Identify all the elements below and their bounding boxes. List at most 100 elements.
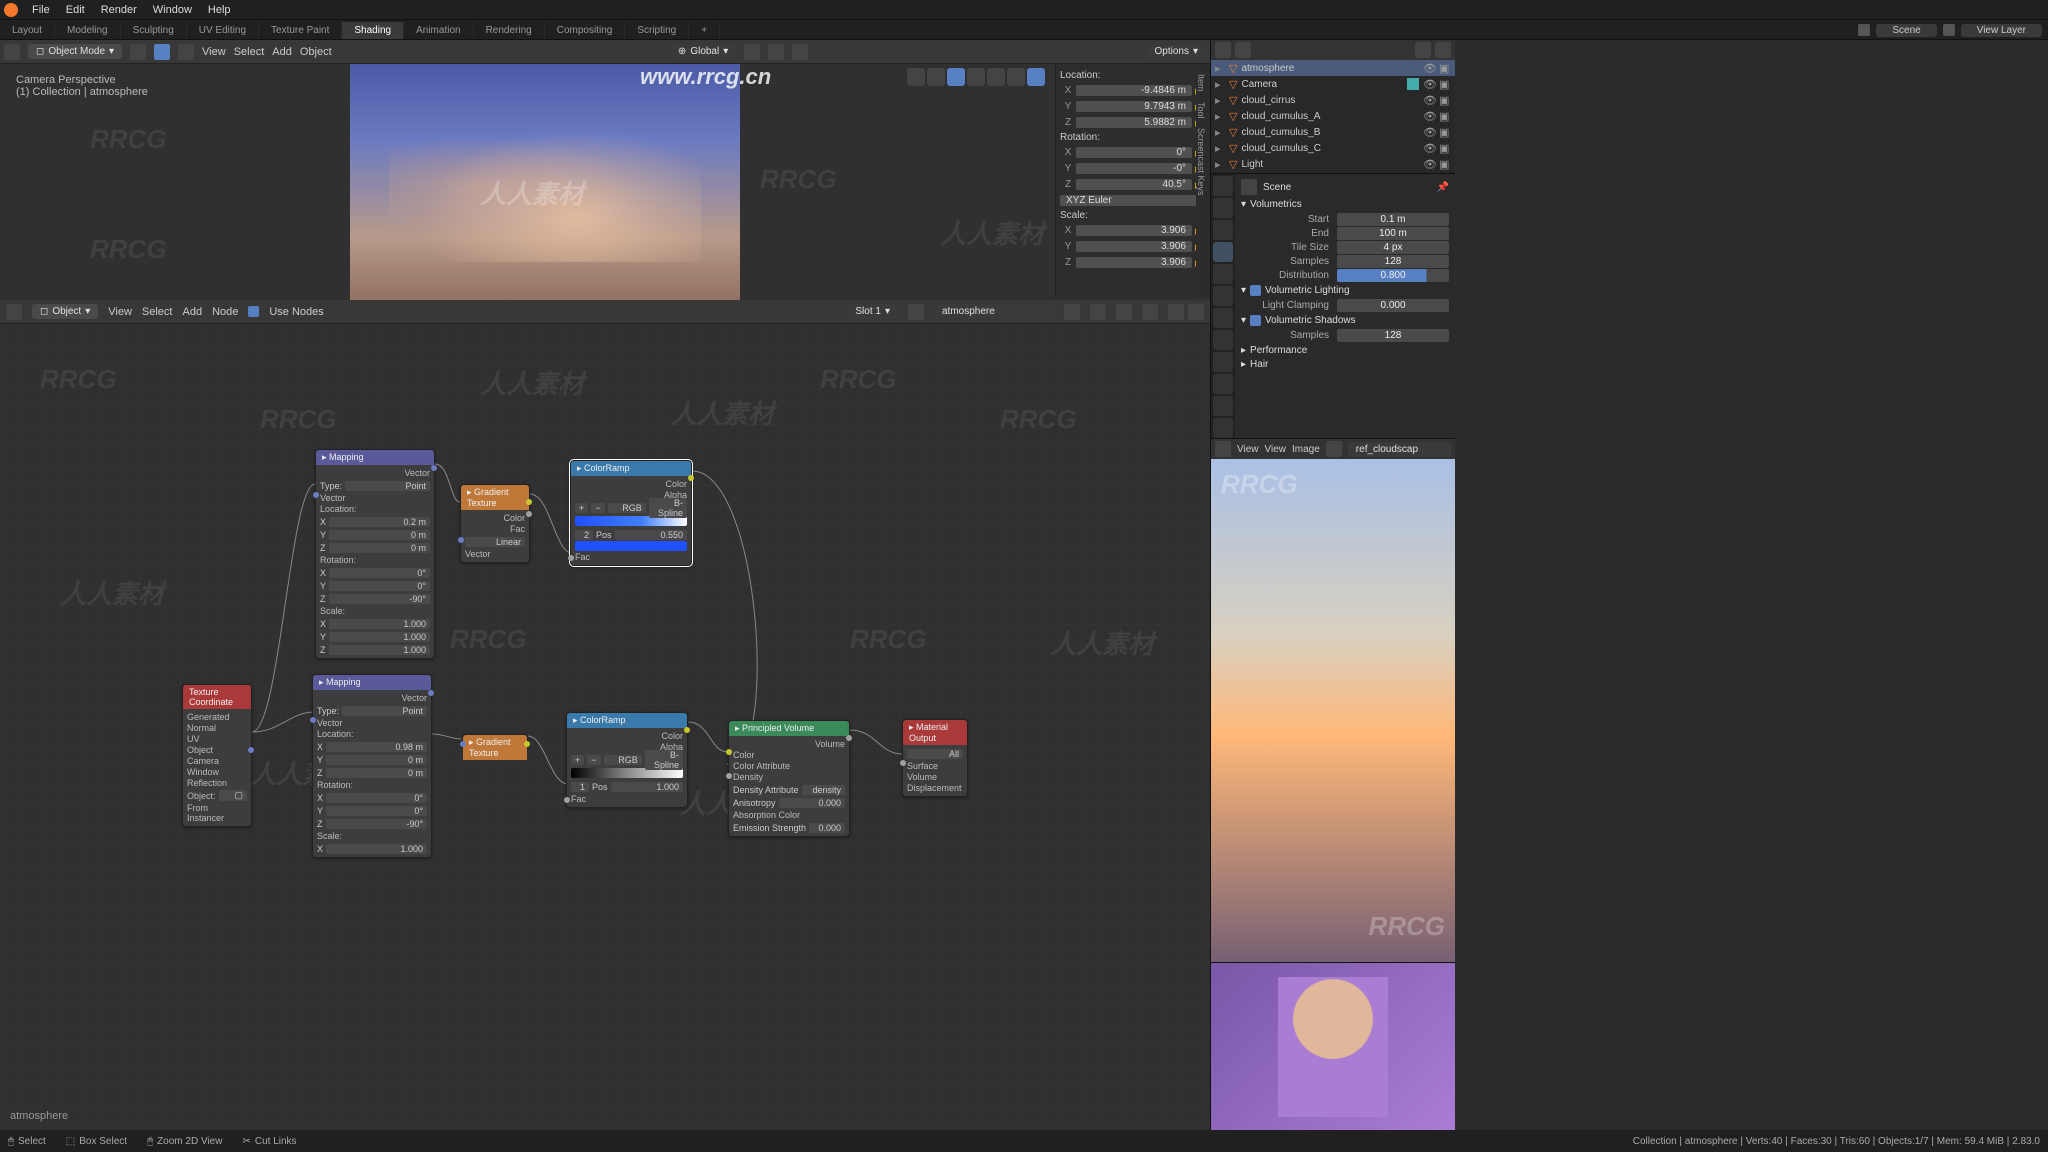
ne-select[interactable]: Select	[142, 306, 173, 318]
outliner-item-cumulus-a[interactable]: ▸▽cloud_cumulus_A👁▣	[1211, 108, 1455, 124]
socket-density-in[interactable]	[726, 773, 732, 779]
ramp-add[interactable]: +	[575, 503, 588, 513]
camera-icon[interactable]: ▣	[1439, 110, 1451, 122]
camera-icon[interactable]: ▣	[1439, 94, 1451, 106]
pin-icon[interactable]	[1142, 304, 1158, 320]
tab-modeling[interactable]: Modeling	[55, 22, 121, 39]
tab-object[interactable]	[1213, 286, 1233, 306]
material-browse-icon[interactable]	[1064, 304, 1080, 320]
socket-fac-out[interactable]	[526, 511, 532, 517]
scale-z[interactable]: 3.906	[1076, 257, 1192, 268]
socket-vector-in[interactable]	[310, 717, 316, 723]
rot-y[interactable]: -0°	[1076, 163, 1192, 174]
ramp-index[interactable]: 2	[575, 530, 593, 540]
node-header[interactable]: ▸ Gradient Texture	[463, 735, 527, 760]
node-colorramp-bottom[interactable]: ▸ ColorRamp Color Alpha + − RGB B-Spline…	[566, 712, 688, 808]
image-browse-icon[interactable]	[1326, 441, 1342, 457]
tab-scene[interactable]	[1213, 242, 1233, 262]
menu-edit[interactable]: Edit	[58, 4, 93, 16]
tab-world[interactable]	[1213, 264, 1233, 284]
map1-rot-z[interactable]: -90°	[329, 594, 431, 604]
tab-sculpting[interactable]: Sculpting	[121, 22, 187, 39]
interaction-mode[interactable]: ◻ Object Mode ▾	[28, 44, 122, 59]
node-colorramp-top[interactable]: ▸ ColorRamp Color Alpha + − RGB B-Spline…	[570, 460, 692, 566]
shading-matprev-icon[interactable]	[1007, 68, 1025, 86]
socket-object[interactable]	[248, 747, 254, 753]
proportional-icon[interactable]	[792, 44, 808, 60]
tab-layout[interactable]: Layout	[0, 22, 55, 39]
tab-data[interactable]	[1213, 396, 1233, 416]
gradient-mode[interactable]: Linear	[465, 537, 525, 547]
ramp-index[interactable]: 1	[571, 782, 589, 792]
slot-selector[interactable]: Slot 1 ▾	[847, 304, 898, 319]
pvol-density-attr[interactable]: density	[802, 785, 845, 795]
map1-rot-y[interactable]: 0°	[329, 581, 430, 591]
camera-icon[interactable]: ▣	[1439, 126, 1451, 138]
map2-rot-z[interactable]: -90°	[326, 819, 428, 829]
filter-icon[interactable]	[1415, 42, 1431, 58]
map1-scl-z[interactable]: 1.000	[329, 645, 431, 655]
node-texture-coordinate[interactable]: Texture Coordinate Generated Normal UV O…	[182, 684, 252, 827]
ne-add[interactable]: Add	[182, 306, 202, 318]
ramp-color-swatch[interactable]	[575, 541, 687, 551]
xray-icon[interactable]	[947, 68, 965, 86]
socket-color-out[interactable]	[524, 741, 530, 747]
ramp-interp[interactable]: B-Spline	[645, 750, 683, 770]
vol-tilesize[interactable]: 4 px	[1337, 241, 1449, 254]
npanel-tab-item[interactable]: Item	[1196, 74, 1206, 92]
image-name-field[interactable]: ref_cloudscap	[1348, 442, 1451, 457]
overlays-toggle-icon[interactable]	[927, 68, 945, 86]
eye-icon[interactable]: 👁	[1423, 94, 1435, 106]
scale-x[interactable]: 3.906	[1076, 225, 1192, 236]
node-principled-volume[interactable]: ▸ Principled Volume Volume Color Color A…	[728, 720, 850, 837]
node-header[interactable]: Texture Coordinate	[183, 685, 251, 709]
eye-icon[interactable]: 👁	[1423, 142, 1435, 154]
mapping-type[interactable]: Point	[342, 706, 427, 716]
restrict-icon[interactable]	[1407, 78, 1419, 90]
img-view-menu[interactable]: View	[1265, 444, 1287, 455]
node-gradient-top[interactable]: ▸ Gradient Texture Color Fac Linear Vect…	[460, 484, 530, 563]
map2-rot-x[interactable]: 0°	[326, 793, 427, 803]
outliner-type-icon[interactable]	[1215, 42, 1231, 58]
camera-icon[interactable]: ▣	[1439, 158, 1451, 170]
eye-icon[interactable]: 👁	[1423, 62, 1435, 74]
loc-y[interactable]: 9.7943 m	[1076, 101, 1192, 112]
menu-window[interactable]: Window	[145, 4, 200, 16]
ne-snap-icon[interactable]	[1168, 304, 1184, 320]
ramp-pos[interactable]: 1.000	[611, 782, 683, 792]
socket-vector-out[interactable]	[428, 690, 434, 696]
editor-type-icon[interactable]	[6, 304, 22, 320]
shader-type[interactable]: ◻ Object ▾	[32, 304, 98, 319]
map1-loc-z[interactable]: 0 m	[329, 543, 431, 553]
vp-view[interactable]: View	[202, 46, 226, 58]
map2-loc-z[interactable]: 0 m	[326, 768, 428, 778]
tab-shading[interactable]: Shading	[342, 22, 404, 39]
material-new-icon[interactable]	[1090, 304, 1106, 320]
viewport[interactable]: Camera Perspective (1) Collection | atmo…	[0, 64, 1210, 300]
shading-solid-icon[interactable]	[987, 68, 1005, 86]
tab-animation[interactable]: Animation	[404, 22, 473, 39]
node-mapping-top[interactable]: ▸ Mapping Vector Type:Point Vector Locat…	[315, 449, 435, 659]
npanel-tab-tool[interactable]: Tool	[1196, 102, 1206, 119]
colorramp-gradient[interactable]	[571, 768, 683, 778]
node-header[interactable]: ▸ Mapping	[313, 675, 431, 690]
tab-constraint[interactable]	[1213, 374, 1233, 394]
tab-output[interactable]	[1213, 198, 1233, 218]
img-image-menu[interactable]: Image	[1292, 444, 1320, 455]
ramp-mode[interactable]: RGB	[604, 755, 642, 765]
ramp-interp[interactable]: B-Spline	[649, 498, 687, 518]
node-editor-canvas[interactable]: RRCG RRCG 人人素材 人人素材 RRCG RRCG 人人素材 RRCG …	[0, 324, 1210, 1130]
ne-view[interactable]: View	[108, 306, 132, 318]
pivot-icon[interactable]	[744, 44, 760, 60]
tab-scripting[interactable]: Scripting	[625, 22, 689, 39]
eye-icon[interactable]: 👁	[1423, 126, 1435, 138]
ne-node[interactable]: Node	[212, 306, 238, 318]
tool-settings-icon[interactable]	[130, 44, 146, 60]
gizmos-toggle-icon[interactable]	[907, 68, 925, 86]
node-header[interactable]: ▸ Gradient Texture	[461, 485, 529, 510]
vp-add[interactable]: Add	[272, 46, 292, 58]
npanel-tab-screencast[interactable]: Screencast Keys	[1196, 128, 1206, 196]
material-name-field[interactable]: atmosphere	[934, 304, 1054, 319]
gizmo-icon[interactable]	[154, 44, 170, 60]
outliner-item-cumulus-c[interactable]: ▸▽cloud_cumulus_C👁▣	[1211, 140, 1455, 156]
